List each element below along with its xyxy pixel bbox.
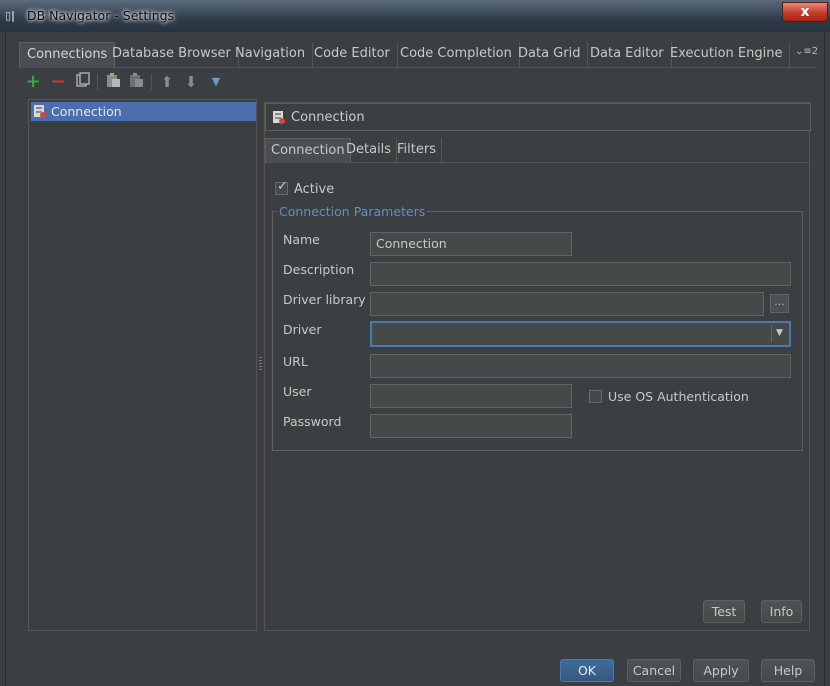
settings-tabs: Connections Database Browser Navigation … xyxy=(19,40,818,68)
connection-settings-panel: Connection Connection Details Filters Ac… xyxy=(264,102,811,631)
active-checkbox[interactable]: Active xyxy=(275,179,335,197)
connection-tree: Connection xyxy=(28,99,257,631)
tab-execution-engine[interactable]: Execution Engine xyxy=(663,42,791,68)
checkbox-icon[interactable] xyxy=(589,390,602,403)
paste-icon[interactable] xyxy=(104,72,122,92)
tab-connection[interactable]: Connection xyxy=(265,138,351,163)
minus-icon[interactable]: − xyxy=(49,72,67,92)
triangle-down-icon[interactable]: ▼ xyxy=(207,72,225,92)
tab-data-editor[interactable]: Data Editor xyxy=(583,42,672,68)
copy-icon[interactable] xyxy=(74,72,92,92)
name-field[interactable]: Connection xyxy=(370,232,572,256)
app-icon: ▯| xyxy=(5,9,16,22)
tab-database-browser[interactable]: Database Browser xyxy=(105,42,239,68)
chevron-down-icon[interactable]: ▼ xyxy=(771,325,787,342)
close-button[interactable]: x xyxy=(782,2,828,22)
driver-select[interactable]: ▼ xyxy=(370,321,791,347)
ok-button[interactable]: OK xyxy=(560,659,614,682)
active-label: Active xyxy=(294,182,335,197)
splitter-handle[interactable] xyxy=(259,357,262,371)
tree-item-label: Connection xyxy=(51,104,122,119)
group-title: Connection Parameters xyxy=(277,204,428,219)
tab-connections[interactable]: Connections xyxy=(19,42,116,68)
settings-dialog: Connections Database Browser Navigation … xyxy=(5,32,825,686)
os-auth-label: Use OS Authentication xyxy=(608,389,749,404)
cancel-button[interactable]: Cancel xyxy=(627,659,681,682)
url-field[interactable] xyxy=(370,354,791,378)
user-label: User xyxy=(283,384,312,399)
password-field[interactable] xyxy=(370,414,572,438)
more-tabs-icon[interactable]: ⌄≡2 xyxy=(795,46,818,64)
connection-parameters-group: Connection Parameters Name Connection De… xyxy=(272,204,803,451)
tree-item-connection[interactable]: Connection xyxy=(31,102,256,121)
connection-subtabs: Connection Details Filters xyxy=(265,137,811,163)
tab-data-grid[interactable]: Data Grid xyxy=(511,42,589,68)
window-title: DB Navigator - Settings xyxy=(27,8,175,23)
name-label: Name xyxy=(283,232,320,247)
tab-details[interactable]: Details xyxy=(341,138,398,163)
description-field[interactable] xyxy=(370,262,791,286)
browse-button[interactable]: ... xyxy=(770,294,789,313)
os-auth-checkbox[interactable]: Use OS Authentication xyxy=(589,389,749,404)
user-field[interactable] xyxy=(370,384,572,408)
password-label: Password xyxy=(283,414,342,429)
test-button[interactable]: Test xyxy=(703,600,745,623)
database-icon xyxy=(273,111,285,124)
title-bar: ▯| DB Navigator - Settings x xyxy=(0,0,830,32)
connection-header-label: Connection xyxy=(291,110,365,125)
tab-code-completion[interactable]: Code Completion xyxy=(393,42,520,68)
tab-code-editor[interactable]: Code Editor xyxy=(307,42,398,68)
tab-filters[interactable]: Filters xyxy=(392,138,442,163)
plus-icon[interactable]: + xyxy=(24,72,42,92)
apply-button[interactable]: Apply xyxy=(693,659,749,682)
info-button[interactable]: Info xyxy=(761,600,802,623)
tab-navigation[interactable]: Navigation xyxy=(228,42,314,68)
help-button[interactable]: Help xyxy=(761,659,815,682)
database-icon xyxy=(34,105,46,118)
url-label: URL xyxy=(283,354,308,369)
connection-header: Connection xyxy=(265,103,811,131)
arrow-down-icon[interactable]: ⬇ xyxy=(182,72,200,92)
driver-library-label: Driver library xyxy=(283,292,366,307)
driver-library-field[interactable] xyxy=(370,292,764,316)
delete-icon[interactable] xyxy=(127,72,145,92)
checkbox-icon[interactable] xyxy=(275,179,288,195)
driver-label: Driver xyxy=(283,322,322,337)
arrow-up-icon[interactable]: ⬆ xyxy=(158,72,176,92)
description-label: Description xyxy=(283,262,355,277)
